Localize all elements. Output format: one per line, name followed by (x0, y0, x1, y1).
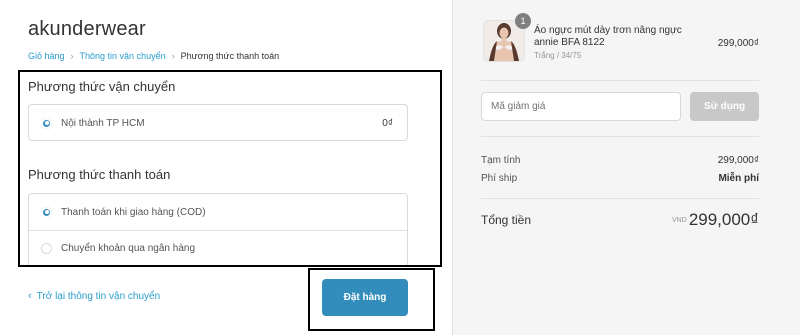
store-logo[interactable]: akunderwear (28, 18, 146, 41)
shipping-fee-value: Miễn phí (718, 173, 759, 184)
breadcrumb-cart-link[interactable]: Giỏ hàng (28, 51, 65, 61)
discount-code-input[interactable] (481, 92, 681, 121)
total-value: 299,000₫ (688, 210, 759, 229)
back-link-label: Trở lại thông tin vận chuyển (36, 290, 161, 302)
total-currency: VND (672, 217, 687, 224)
divider (481, 198, 759, 199)
breadcrumb-separator-icon: › (70, 51, 74, 61)
quantity-badge: 1 (515, 13, 531, 29)
total-label: Tổng tiền (481, 213, 532, 227)
shipping-fee-label: Phí ship (481, 173, 518, 184)
subtotal-label: Tạm tính (481, 155, 521, 166)
annotation-box-methods (18, 70, 442, 267)
product-variant: Trắng / 34/75 (534, 51, 582, 60)
product-name: Áo ngực mút dày trơn nâng ngực annie BFA… (534, 25, 682, 48)
product-price: 299,000₫ (717, 38, 759, 49)
annotation-box-order-button (308, 268, 435, 331)
checkout-main: akunderwear Giỏ hàng › Thông tin vận chu… (0, 0, 452, 335)
breadcrumb-shipping-info-link[interactable]: Thông tin vận chuyển (80, 51, 166, 61)
divider (481, 80, 759, 81)
breadcrumb: Giỏ hàng › Thông tin vận chuyển › Phương… (28, 51, 279, 61)
breadcrumb-current: Phương thức thanh toán (180, 51, 280, 61)
subtotal-value: 299,000₫ (717, 155, 759, 166)
apply-discount-button[interactable]: Sử dụng (690, 92, 759, 121)
breadcrumb-separator-icon: › (171, 51, 175, 61)
divider (481, 136, 759, 137)
chevron-left-icon: ‹ (28, 290, 32, 302)
back-to-shipping-link[interactable]: ‹ Trở lại thông tin vận chuyển (28, 290, 160, 302)
